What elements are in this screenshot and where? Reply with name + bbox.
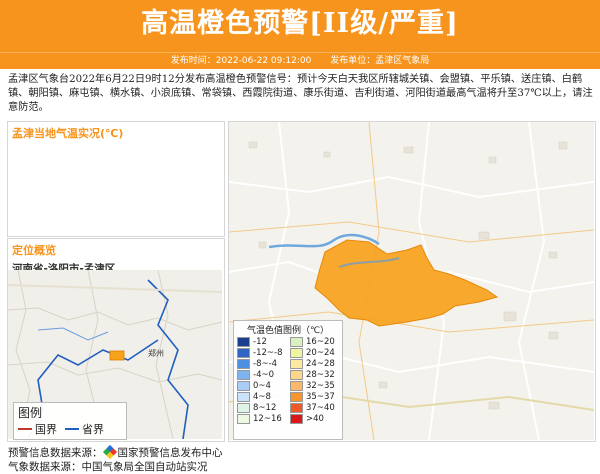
temperature-legend-item: 20~24 [290,348,339,358]
temperature-legend-title: 气温色值图例（℃） [246,326,330,336]
overview-map-legend: 图例 国界 省界 [13,402,127,440]
provincial-border-swatch [65,428,79,430]
temperature-legend-item: -12~-8 [237,348,286,358]
temperature-range-label: -12~-8 [253,348,283,358]
temperature-swatch [237,381,250,391]
temperature-range-label: -12 [253,337,267,347]
temperature-swatch [237,337,250,347]
temperature-range-label: 24~28 [306,359,335,369]
temperature-swatch [237,403,250,413]
temperature-swatch [237,414,250,424]
temperature-range-label: 0~4 [253,381,271,391]
temperature-legend-item: 37~40 [290,403,339,413]
publish-time: 发布时间：2022-06-22 09:12:00 [170,56,312,66]
temperature-range-label: 16~20 [306,337,335,347]
temperature-legend-item: >40 [290,414,339,424]
temperature-range-label: >40 [306,414,324,424]
location-overview-title: 定位概览 [12,244,56,257]
temperature-legend-item: 0~4 [237,381,286,391]
alert-source-label: 预警信息数据来源： [8,447,103,459]
temperature-range-label: 32~35 [306,381,335,391]
temperature-range-label: 20~24 [306,348,335,358]
temperature-legend-item: -4~0 [237,370,286,380]
footer: 预警信息数据来源： 国家预警信息发布中心 气象数据来源：中国气象局全国自动站实况 [8,444,593,474]
temperature-range-label: -8~-4 [253,359,278,369]
temperature-legend-item: 28~32 [290,370,339,380]
temperature-legend-item: 32~35 [290,381,339,391]
temperature-range-label: 12~16 [253,414,282,424]
overview-legend-title: 图例 [18,406,43,420]
temperature-legend-item: 4~8 [237,392,286,402]
temperature-swatch [290,392,303,402]
temperature-legend-item: 24~28 [290,359,339,369]
alert-source-name[interactable]: 国家预警信息发布中心 [118,447,223,459]
temperature-range-label: 4~8 [253,392,271,402]
provincial-border-label: 省界 [82,423,104,436]
temperature-swatch [237,392,250,402]
temperature-legend-item: 35~37 [290,392,339,402]
national-border-label: 国界 [35,423,57,436]
temperature-legend-item: 8~12 [237,403,286,413]
live-temperature-panel: 孟津当地气温实况(℃) [7,121,225,237]
live-temperature-title: 孟津当地气温实况(℃) [12,127,124,140]
warning-header: 高温橙色预警[II级/严重] [0,0,600,52]
temperature-swatch [290,337,303,347]
temperature-range-label: 8~12 [253,403,277,413]
temperature-range-label: 35~37 [306,392,335,402]
temperature-swatch [290,403,303,413]
temperature-legend-item: -12 [237,337,286,347]
temperature-legend-item: -8~-4 [237,359,286,369]
national-border-swatch [18,428,32,430]
temperature-swatch [290,381,303,391]
temperature-legend-item: 16~20 [290,337,339,347]
temperature-swatch [290,348,303,358]
data-source-line: 气象数据来源：中国气象局全国自动站实况 [8,461,208,473]
temperature-legend: 气温色值图例（℃） -12 16~20 -12~-8 20~24 -8~-4 24~28-… [233,320,343,440]
temperature-swatch [290,414,303,424]
temperature-swatch [237,348,250,358]
warning-description: 孟津区气象台2022年6月22日9时12分发布高温橙色预警信号：预计今天白天我区… [8,74,593,113]
temperature-legend-grid: -12 16~20 -12~-8 20~24 -8~-4 24~28 -4~0 28~32 0~… [234,337,342,424]
temperature-swatch [237,359,250,369]
temperature-swatch [237,370,250,380]
temperature-swatch [290,370,303,380]
warning-center-logo-icon [102,444,117,460]
temperature-legend-item: 12~16 [237,414,286,424]
zhengzhou-label: 郑州 [148,348,164,358]
publish-info-bar: 发布时间：2022-06-22 09:12:00 发布单位：孟津区气象局 [0,52,600,69]
temperature-range-label: -4~0 [253,370,275,380]
temperature-swatch [290,359,303,369]
temperature-range-label: 37~40 [306,403,335,413]
warning-title: 高温橙色预警[II级/严重] [141,8,459,39]
publisher: 发布单位：孟津区气象局 [330,56,430,66]
alert-source-line: 预警信息数据来源： 国家预警信息发布中心 [8,444,593,460]
temperature-range-label: 28~32 [306,370,335,380]
